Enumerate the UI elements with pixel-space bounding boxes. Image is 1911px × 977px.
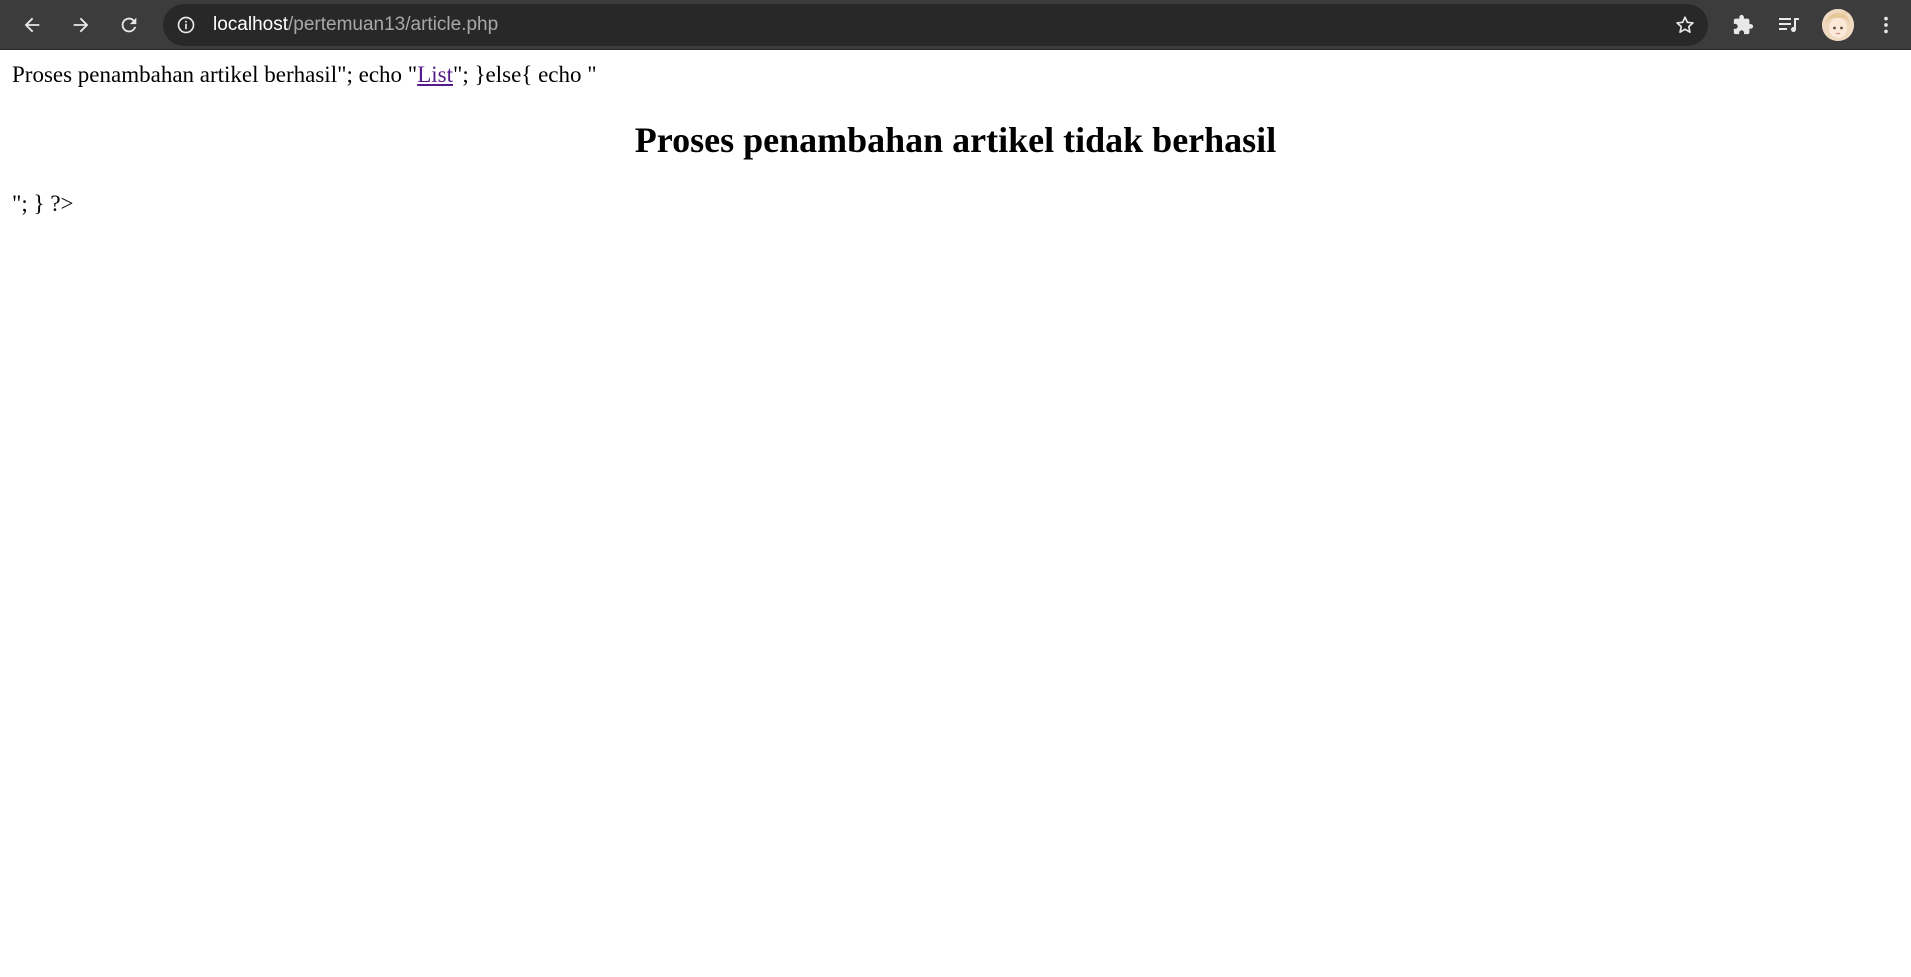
menu-button[interactable] <box>1868 7 1904 43</box>
arrow-left-icon <box>24 17 40 33</box>
url-text[interactable]: localhost/pertemuan13/article.php <box>213 4 498 46</box>
list-link[interactable]: List <box>417 62 453 87</box>
avatar <box>1822 9 1854 41</box>
forward-button[interactable] <box>61 5 101 45</box>
back-button[interactable] <box>12 5 52 45</box>
bookmark-star-icon[interactable] <box>1674 14 1696 36</box>
reload-button[interactable] <box>109 5 149 45</box>
site-info-icon <box>177 16 195 34</box>
media-control-button[interactable] <box>1771 7 1807 43</box>
page-content: Proses penambahan artikel berhasil"; ech… <box>0 50 1911 977</box>
status-line: Proses penambahan artikel berhasil"; ech… <box>12 60 597 90</box>
arrow-right-icon <box>73 17 89 33</box>
profile-avatar-icon <box>1822 9 1854 41</box>
media-queue-icon <box>1779 18 1799 32</box>
url-path: /pertemuan13/article.php <box>288 14 499 35</box>
kebab-menu-icon <box>1884 16 1888 34</box>
info-icon[interactable] <box>176 15 196 35</box>
browser-toolbar: localhost/pertemuan13/article.php <box>0 0 1911 50</box>
star-icon <box>1676 16 1694 33</box>
extensions-button[interactable] <box>1725 7 1761 43</box>
reload-icon <box>121 17 137 33</box>
page-heading: Proses penambahan artikel tidak berhasil <box>634 120 1277 160</box>
code-remainder-text: "; } ?> <box>12 191 74 216</box>
status-text-before: Proses penambahan artikel berhasil"; ech… <box>12 62 418 87</box>
url-host: localhost <box>213 14 288 35</box>
profile-button[interactable] <box>1820 7 1856 43</box>
address-bar[interactable]: localhost/pertemuan13/article.php <box>163 4 1708 46</box>
status-text-after: "; }else{ echo " <box>452 62 597 87</box>
puzzle-icon <box>1733 14 1754 35</box>
